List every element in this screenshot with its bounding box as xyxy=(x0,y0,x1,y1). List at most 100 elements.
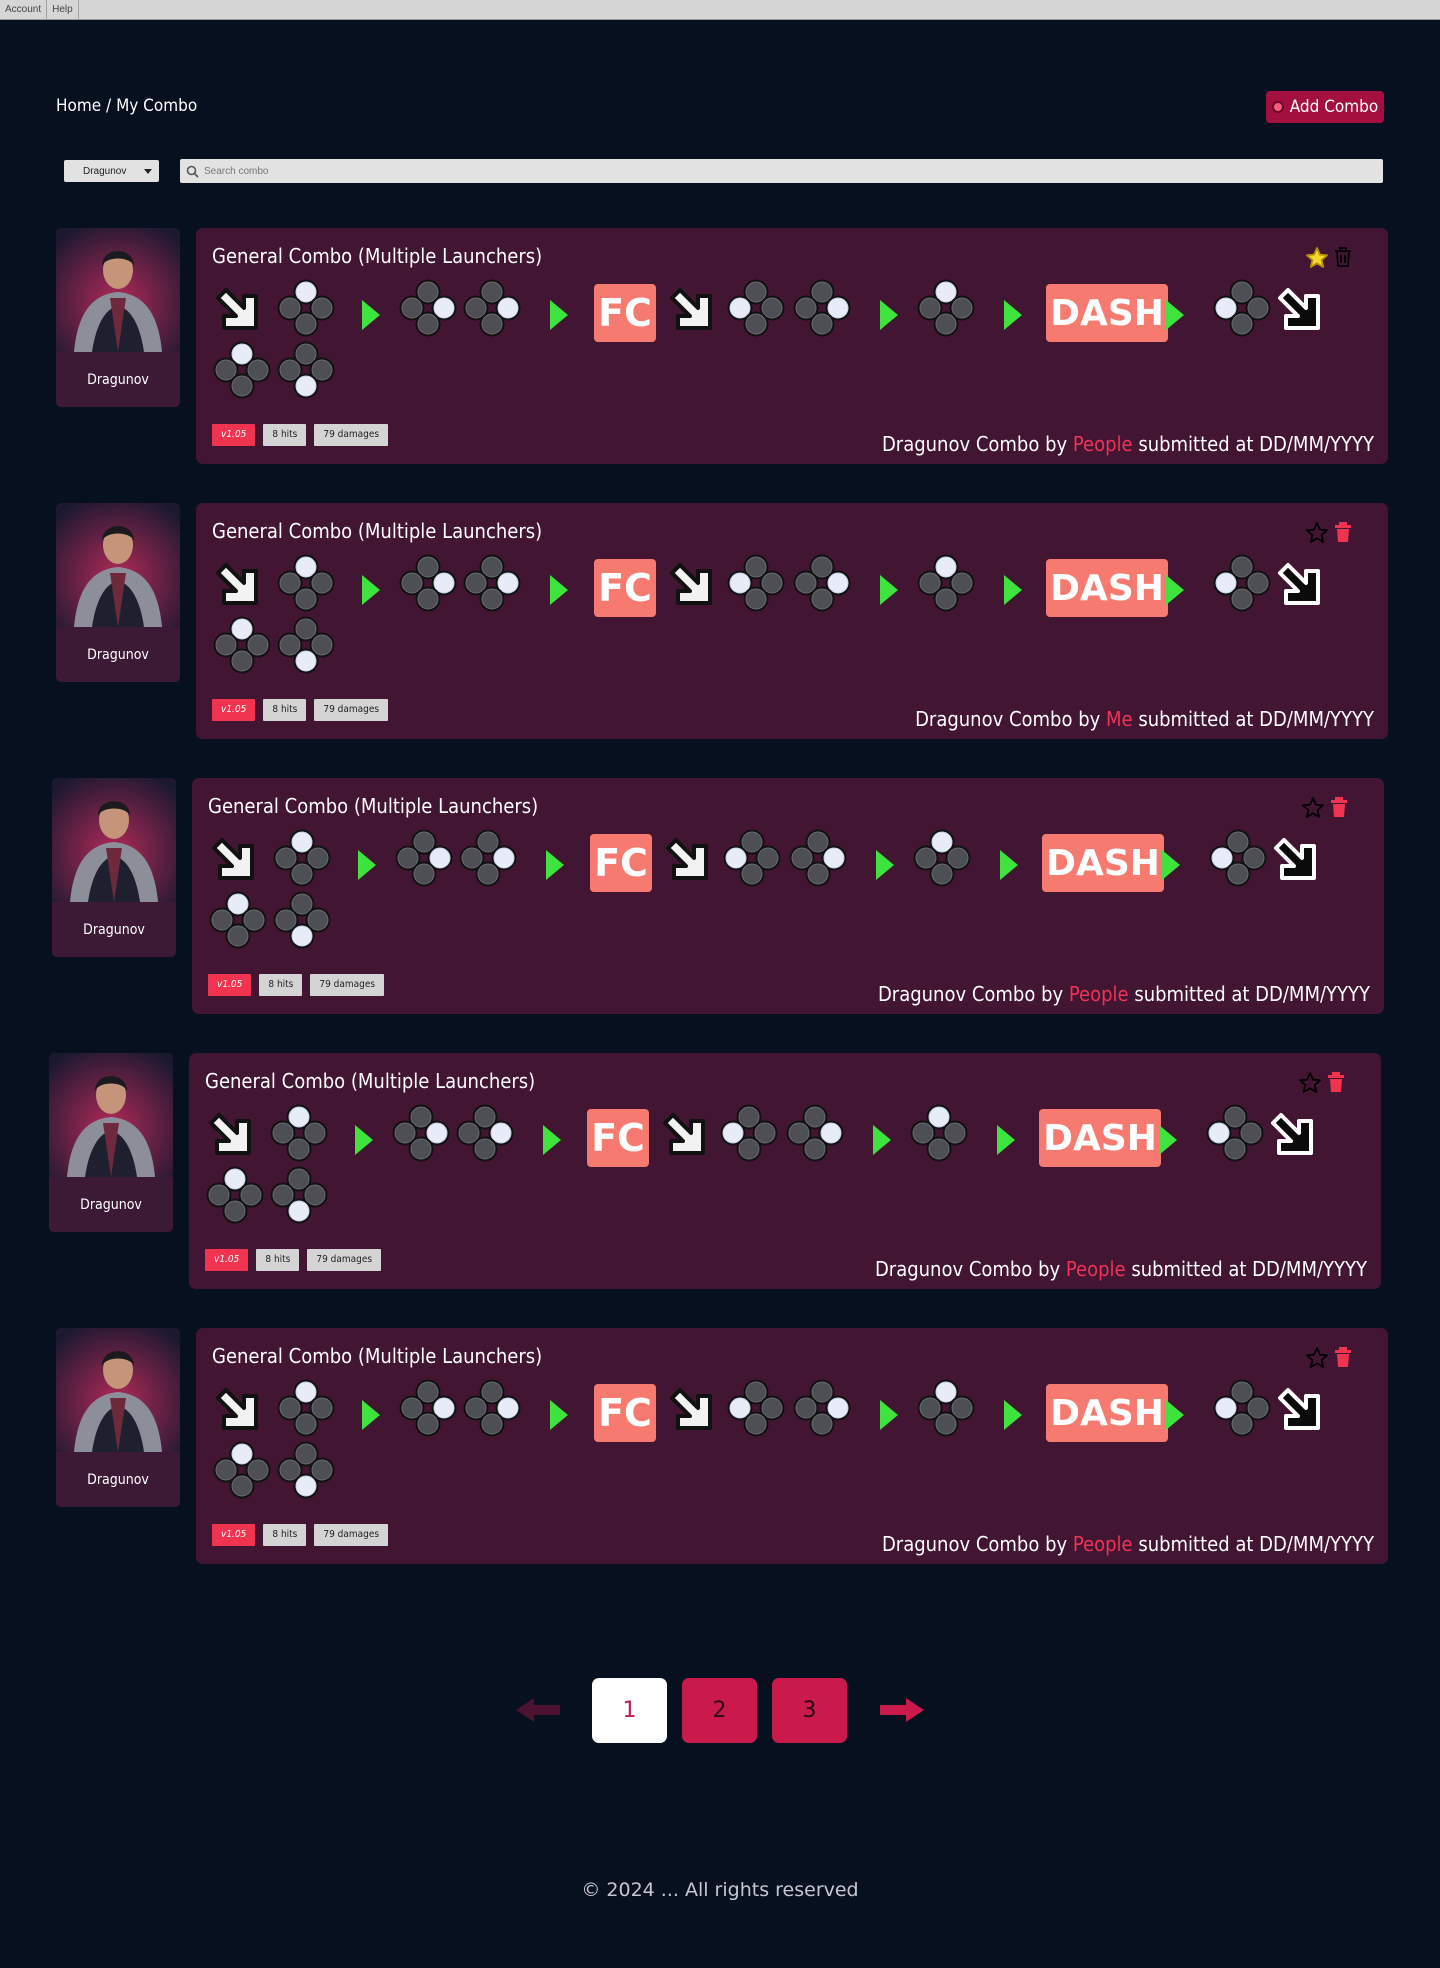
favorite-star-icon[interactable] xyxy=(1305,1346,1329,1370)
character-card[interactable]: Dragunov xyxy=(56,503,180,682)
attack-buttons-icon xyxy=(789,829,847,887)
attack-buttons-icon xyxy=(213,341,271,399)
down-right-arrow-icon xyxy=(666,838,708,880)
combo-title: General Combo (Multiple Launchers) xyxy=(205,1069,536,1093)
combo-title: General Combo (Multiple Launchers) xyxy=(212,244,543,268)
combo-title: General Combo (Multiple Launchers) xyxy=(208,794,539,818)
move-label: FC xyxy=(594,284,656,342)
favorite-star-icon[interactable] xyxy=(1305,246,1329,270)
attack-buttons-icon xyxy=(273,829,331,887)
search-input[interactable] xyxy=(202,164,1356,178)
submission-info: Dragunov Combo by People submitted at DD… xyxy=(882,432,1374,456)
favorite-star-icon[interactable] xyxy=(1305,521,1329,545)
favorite-star-icon[interactable] xyxy=(1301,796,1325,820)
down-right-arrow-icon xyxy=(216,1388,258,1430)
combo-card[interactable]: General Combo (Multiple Launchers) FC DASH… xyxy=(189,1053,1381,1289)
combo-title: General Combo (Multiple Launchers) xyxy=(212,1344,543,1368)
next-step-arrow-icon xyxy=(550,1400,568,1430)
breadcrumb-current: My Combo xyxy=(116,96,198,116)
version-tag: v1.05 xyxy=(205,1249,249,1271)
add-combo-button[interactable]: Add Combo xyxy=(1266,91,1384,123)
combo-entry: Dragunov General Combo (Multiple Launcher… xyxy=(49,1053,1381,1289)
attack-buttons-icon xyxy=(277,1379,335,1437)
attack-buttons-icon xyxy=(270,1104,328,1162)
move-label: FC xyxy=(594,559,656,617)
move-label: FC xyxy=(590,834,652,892)
page-2-button[interactable]: 2 xyxy=(682,1678,757,1743)
attack-buttons-icon xyxy=(793,279,851,337)
character-card[interactable]: Dragunov xyxy=(56,228,180,407)
next-step-arrow-icon xyxy=(550,300,568,330)
attack-buttons-icon xyxy=(277,616,335,674)
character-card[interactable]: Dragunov xyxy=(52,778,176,957)
damage-tag: 79 damages xyxy=(310,974,385,996)
attack-buttons-icon xyxy=(456,1104,514,1162)
character-select-value: Dragunov xyxy=(83,165,127,177)
breadcrumb: Home / My Combo xyxy=(56,96,197,116)
delete-trash-icon[interactable] xyxy=(1333,1346,1353,1368)
next-step-arrow-icon xyxy=(880,300,898,330)
combo-card[interactable]: General Combo (Multiple Launchers) FC DASH… xyxy=(196,1328,1388,1564)
down-right-arrow-icon xyxy=(216,288,258,330)
attack-buttons-icon xyxy=(913,829,971,887)
search-icon xyxy=(186,165,199,178)
attack-buttons-icon xyxy=(793,1379,851,1437)
combo-entry: Dragunov General Combo (Multiple Launcher… xyxy=(56,503,1388,739)
page-1-button[interactable]: 1 xyxy=(592,1678,667,1743)
down-right-arrow-icon xyxy=(670,1388,712,1430)
next-page-arrow-icon[interactable] xyxy=(876,1697,924,1723)
attack-buttons-icon xyxy=(727,554,785,612)
attack-buttons-icon xyxy=(213,616,271,674)
move-label: FC xyxy=(594,1384,656,1442)
submission-prefix: Dragunov Combo by xyxy=(874,1257,1061,1281)
attack-buttons-icon xyxy=(786,1104,844,1162)
character-name: Dragunov xyxy=(87,646,149,663)
combo-tags: v1.05 8 hits 79 damages xyxy=(212,699,389,721)
delete-trash-icon[interactable] xyxy=(1326,1071,1346,1093)
combo-entry: Dragunov General Combo (Multiple Launcher… xyxy=(52,778,1384,1014)
delete-trash-icon[interactable] xyxy=(1333,521,1353,543)
attack-buttons-icon xyxy=(1206,1104,1264,1162)
character-card[interactable]: Dragunov xyxy=(49,1053,173,1232)
favorite-star-icon[interactable] xyxy=(1298,1071,1322,1095)
previous-page-arrow-icon[interactable] xyxy=(516,1697,564,1723)
attack-buttons-icon xyxy=(1209,829,1267,887)
character-card[interactable]: Dragunov xyxy=(56,1328,180,1507)
down-right-arrow-icon xyxy=(1278,563,1320,605)
move-label: DASH xyxy=(1046,559,1168,617)
delete-trash-icon[interactable] xyxy=(1329,796,1349,818)
next-step-arrow-icon xyxy=(1166,300,1184,330)
attack-buttons-icon xyxy=(910,1104,968,1162)
next-step-arrow-icon xyxy=(358,850,376,880)
move-label: DASH xyxy=(1046,1384,1168,1442)
character-name: Dragunov xyxy=(87,1471,149,1488)
menu-help[interactable]: Help xyxy=(47,0,79,19)
caret-down-icon xyxy=(144,169,152,174)
menu-account[interactable]: Account xyxy=(0,0,48,19)
combo-card[interactable]: General Combo (Multiple Launchers) FC DASH… xyxy=(192,778,1384,1014)
next-step-arrow-icon xyxy=(1004,575,1022,605)
attack-buttons-icon xyxy=(270,1166,328,1224)
breadcrumb-home[interactable]: Home xyxy=(56,96,101,116)
author-link[interactable]: People xyxy=(1069,982,1129,1006)
character-select[interactable]: Dragunov xyxy=(64,160,159,182)
author-link[interactable]: People xyxy=(1073,1532,1133,1556)
hits-tag: 8 hits xyxy=(263,1524,307,1546)
page-3-button[interactable]: 3 xyxy=(772,1678,847,1743)
next-step-arrow-icon xyxy=(1162,850,1180,880)
down-right-arrow-icon xyxy=(663,1113,705,1155)
author-link[interactable]: People xyxy=(1066,1257,1126,1281)
submission-suffix: submitted at DD/MM/YYYY xyxy=(1134,982,1370,1006)
author-link[interactable]: Me xyxy=(1106,707,1133,731)
author-link[interactable]: People xyxy=(1073,432,1133,456)
down-right-arrow-icon xyxy=(209,1113,251,1155)
attack-buttons-icon xyxy=(917,279,975,337)
attack-buttons-icon xyxy=(463,279,521,337)
delete-trash-icon[interactable] xyxy=(1333,246,1353,268)
menu-bar: Account Help xyxy=(0,0,1440,20)
combo-card[interactable]: General Combo (Multiple Launchers) FC DASH… xyxy=(196,503,1388,739)
combo-card[interactable]: General Combo (Multiple Launchers) FC DASH… xyxy=(196,228,1388,464)
next-step-arrow-icon xyxy=(1159,1125,1177,1155)
attack-buttons-icon xyxy=(720,1104,778,1162)
character-portrait xyxy=(56,228,180,352)
